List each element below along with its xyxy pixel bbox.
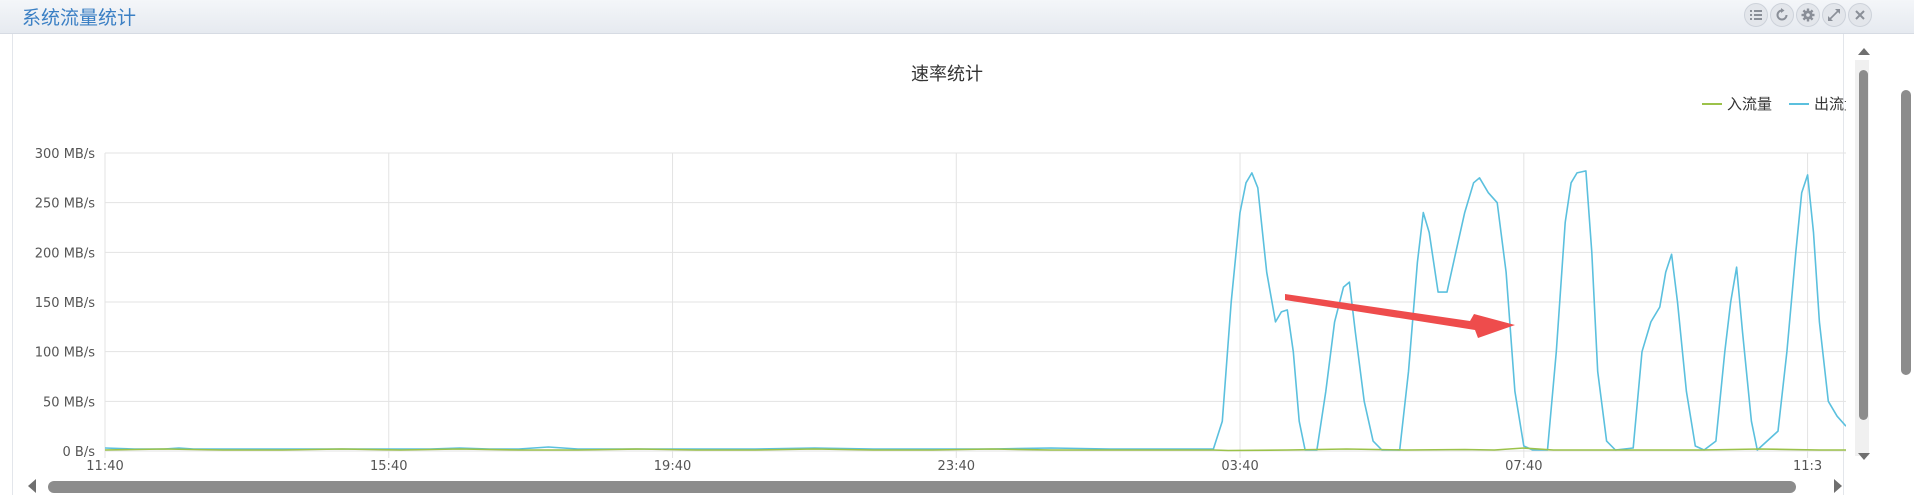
y-tick-label: 0 B/s [63, 445, 96, 460]
chart-horizontal-scroll-thumb[interactable] [48, 481, 1796, 493]
y-tick-label: 200 MB/s [35, 246, 95, 261]
page-scroll-thumb[interactable] [1901, 90, 1911, 375]
legend-label: 出流量 [1814, 95, 1859, 113]
chart-vertical-scroll-thumb[interactable] [1859, 70, 1868, 420]
y-tick-label: 300 MB/s [35, 147, 95, 162]
x-tick-label: 19:40 [654, 459, 691, 474]
y-tick-label: 250 MB/s [35, 197, 95, 212]
y-axis-ticks: 0 B/s 50 MB/s 100 MB/s 150 MB/s 200 MB/s 250 … [35, 147, 95, 460]
chart-legend: 入流量 出流量 [1702, 95, 1859, 113]
chart-series [104, 170, 1846, 452]
legend-item[interactable]: 出流量 [1789, 95, 1859, 113]
scroll-up-icon[interactable] [1857, 46, 1871, 56]
x-tick-label: 23:40 [938, 459, 975, 474]
x-tick-label: 03:40 [1221, 459, 1258, 474]
legend-item[interactable]: 入流量 [1702, 95, 1772, 113]
annotation-arrow [1285, 294, 1515, 338]
rate-chart: 速率统计 入流量 出流量 0 B/s 50 MB/s 100 MB/s 150 MB/s… [35, 64, 1859, 474]
x-axis-ticks: 11:40 15:40 19:40 23:40 03:40 07:40 11:3 [86, 459, 1822, 474]
scroll-left-icon[interactable] [26, 478, 38, 494]
x-tick-label: 11:3 [1793, 459, 1822, 474]
y-tick-label: 50 MB/s [43, 395, 95, 410]
scroll-right-icon[interactable] [1832, 478, 1844, 494]
x-tick-label: 15:40 [370, 459, 407, 474]
chart-title: 速率统计 [911, 64, 983, 85]
x-tick-label: 11:40 [86, 459, 123, 474]
legend-label: 入流量 [1727, 95, 1772, 113]
x-tick-label: 07:40 [1505, 459, 1542, 474]
y-tick-label: 100 MB/s [35, 346, 95, 361]
y-tick-label: 150 MB/s [35, 296, 95, 311]
scroll-down-icon[interactable] [1857, 452, 1871, 462]
chart-grid [104, 152, 1846, 458]
series-line [104, 170, 1846, 451]
